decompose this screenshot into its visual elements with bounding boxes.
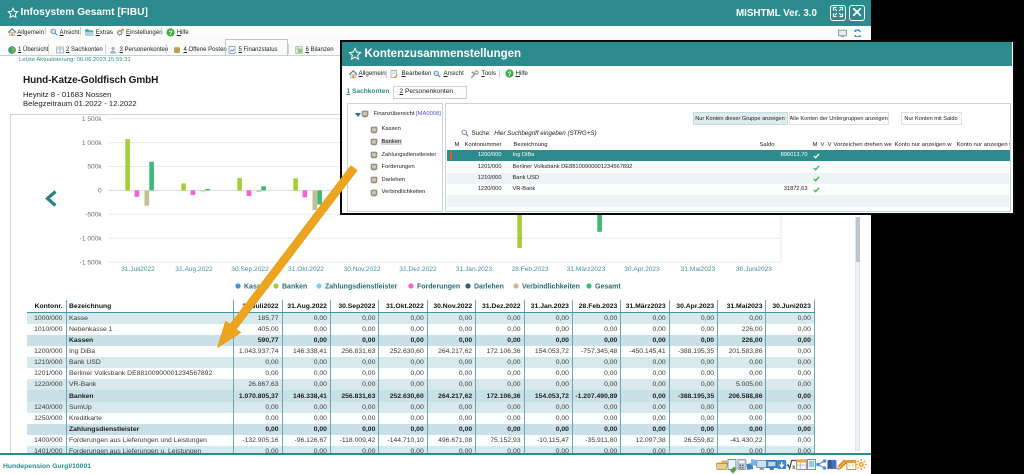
svg-text:x: x (792, 465, 796, 471)
svg-text:?: ? (507, 71, 511, 78)
